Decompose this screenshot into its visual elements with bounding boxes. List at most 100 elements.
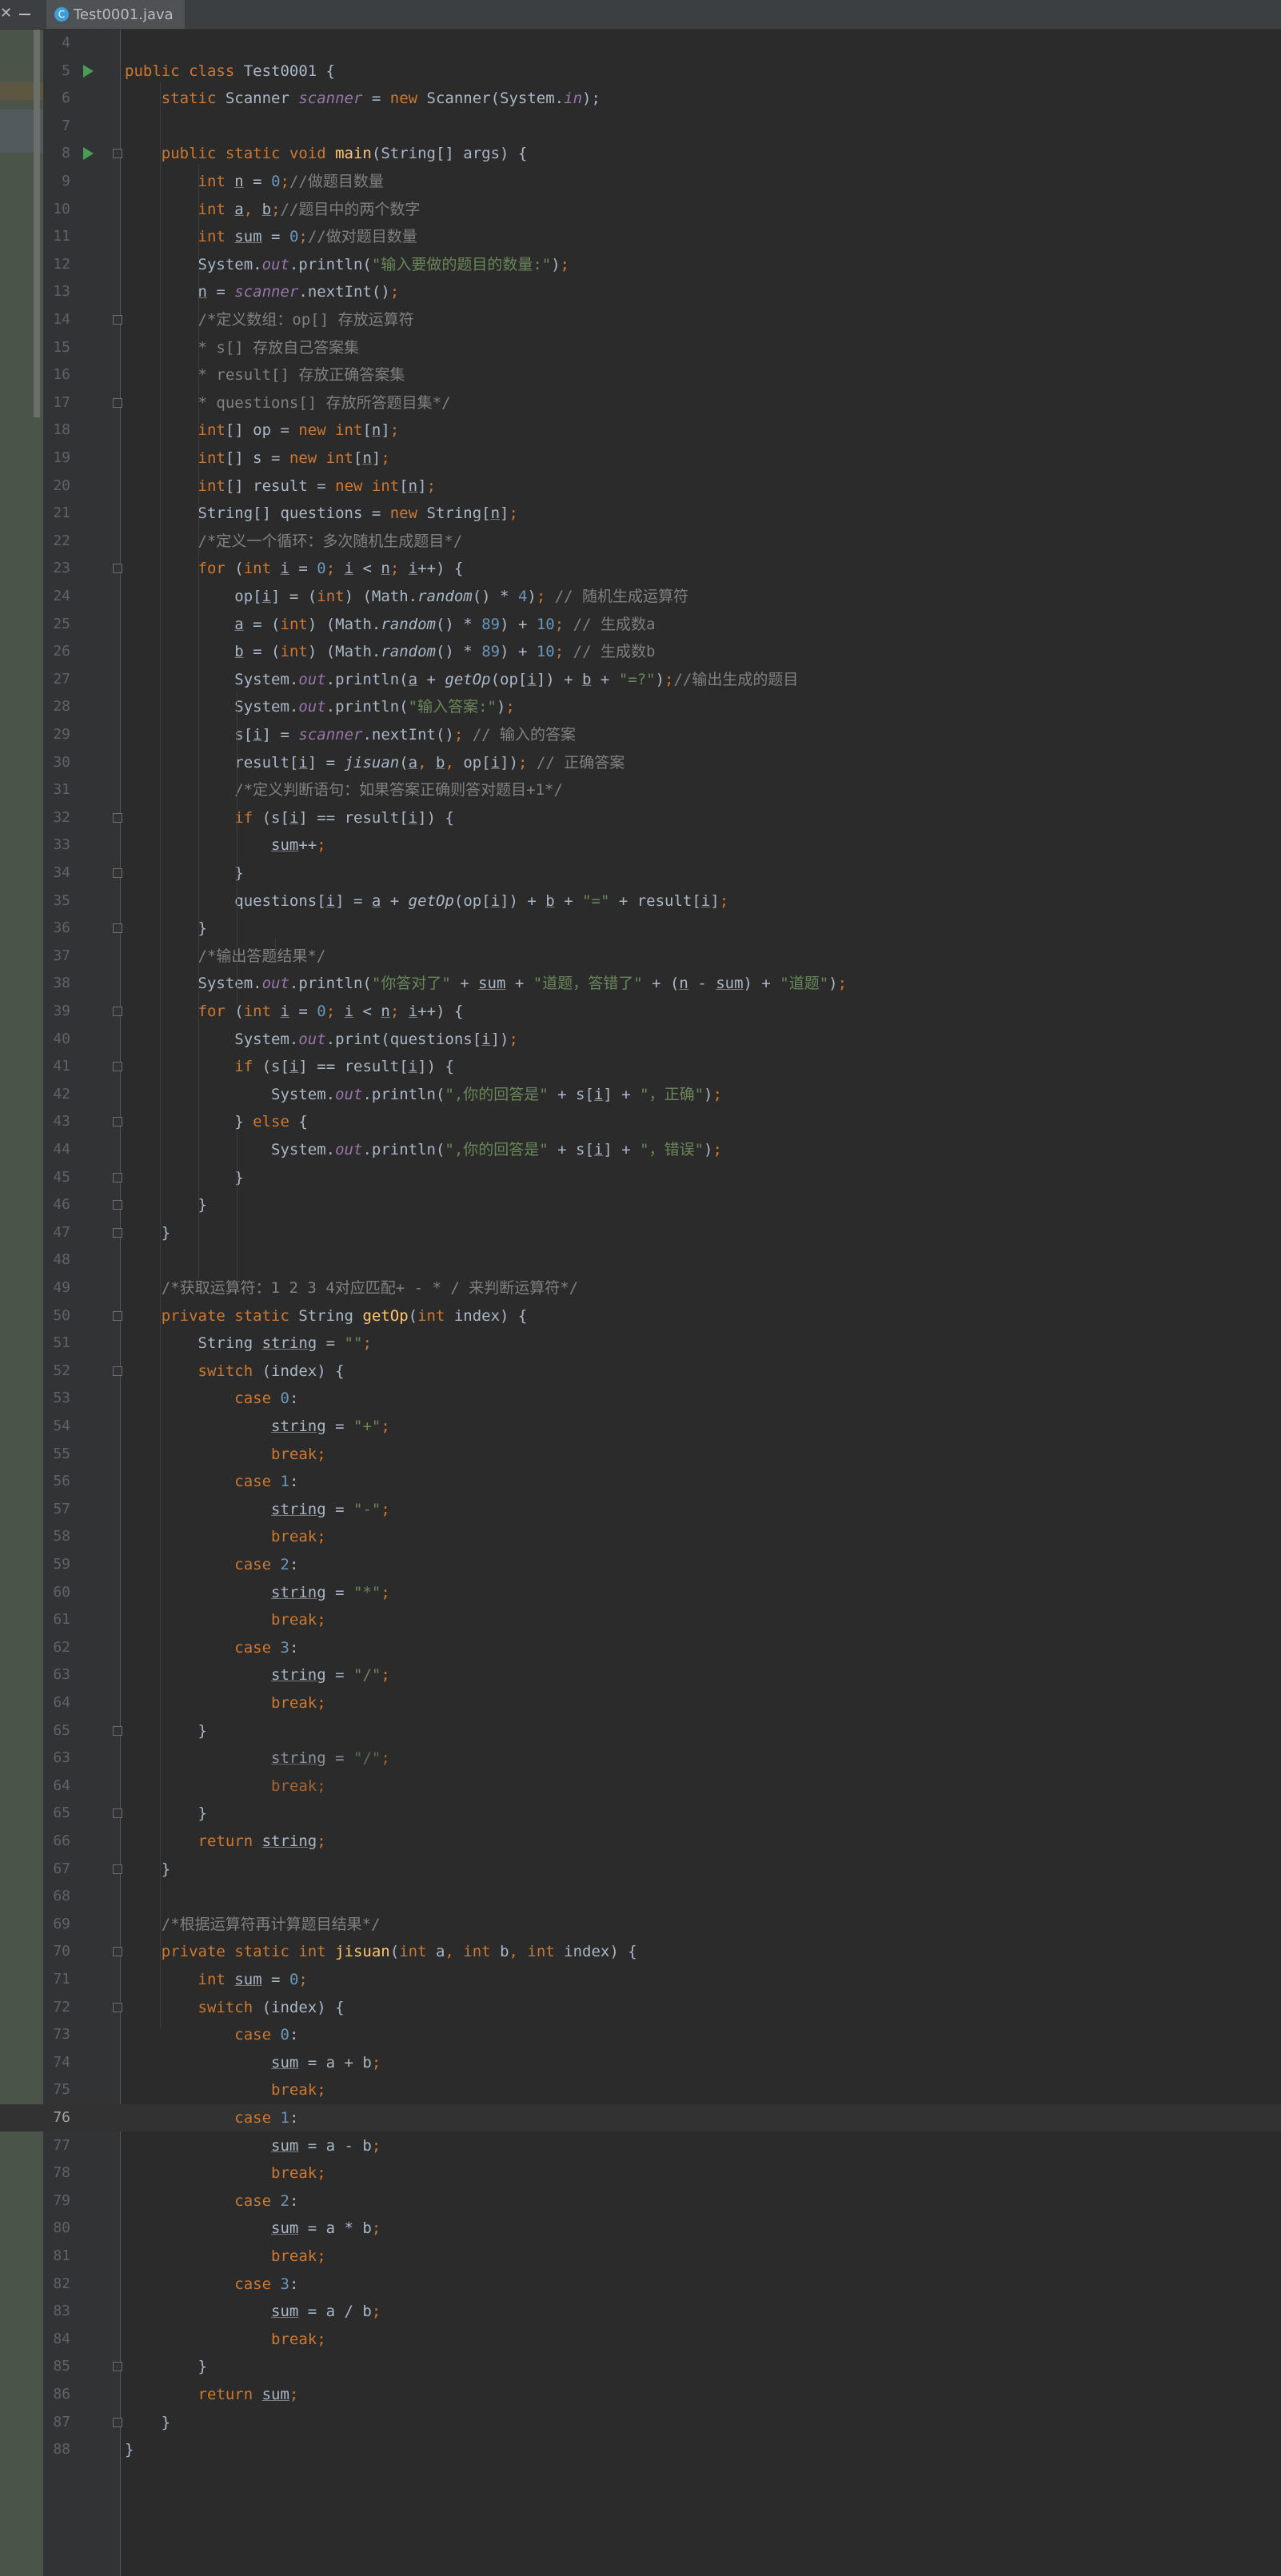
code-line[interactable]: 70 private static int jisuan(int a, int … <box>0 1938 1281 1965</box>
code-editor[interactable]: 4 5 public class Test0001 {6 static Scanne… <box>0 30 1281 2576</box>
code-line[interactable]: 68 <box>0 1883 1281 1910</box>
code-line[interactable]: 20 int[] result = new int[n]; <box>0 473 1281 500</box>
code-line[interactable]: 26 b = (int) (Math.random() * 89) + 10; … <box>0 638 1281 665</box>
close-tool-window-icon[interactable]: ✕ <box>0 5 12 22</box>
code-line[interactable]: 64 break; <box>0 1772 1281 1800</box>
code-line[interactable]: 69 /*根据运算符再计算题目结果*/ <box>0 1911 1281 1938</box>
code-line[interactable]: 30 result[i] = jisuan(a, b, op[i]); // 正… <box>0 749 1281 776</box>
code-line[interactable]: 83 sum = a / b; <box>0 2298 1281 2325</box>
code-line[interactable]: 53 case 0: <box>0 1385 1281 1412</box>
code-line[interactable]: 60 string = "*"; <box>0 1579 1281 1606</box>
code-line[interactable]: 86 return sum; <box>0 2381 1281 2408</box>
code-line[interactable]: 63 string = "/"; <box>0 1661 1281 1689</box>
code-line[interactable]: 10 int a, b;//题目中的两个数字 <box>0 196 1281 223</box>
fold-marker-icon[interactable] <box>113 1947 122 1957</box>
code-line[interactable]: 58 break; <box>0 1523 1281 1550</box>
code-line[interactable]: 39 for (int i = 0; i < n; i++) { <box>0 998 1281 1025</box>
code-line[interactable]: 32 if (s[i] == result[i]) { <box>0 804 1281 831</box>
code-line[interactable]: 8 public static void main(String[] args)… <box>0 140 1281 167</box>
fold-marker-icon[interactable] <box>113 1366 122 1376</box>
code-line[interactable]: 33 sum++; <box>0 831 1281 859</box>
code-line[interactable]: 52 switch (index) { <box>0 1358 1281 1385</box>
code-line[interactable]: 6 static Scanner scanner = new Scanner(S… <box>0 85 1281 112</box>
fold-marker-icon[interactable] <box>113 1062 122 1072</box>
code-line[interactable]: 82 case 3: <box>0 2271 1281 2298</box>
code-line[interactable]: 54 string = "+"; <box>0 1413 1281 1440</box>
code-line[interactable]: 74 sum = a + b; <box>0 2049 1281 2076</box>
code-line[interactable]: 44 System.out.println(",你的回答是" + s[i] + … <box>0 1136 1281 1163</box>
code-line[interactable]: 51 String string = ""; <box>0 1330 1281 1357</box>
fold-marker-icon[interactable] <box>113 2417 122 2427</box>
code-line[interactable]: 62 case 3: <box>0 1634 1281 1661</box>
code-line[interactable]: 31 /*定义判断语句：如果答案正确则答对题目+1*/ <box>0 776 1281 804</box>
run-icon[interactable] <box>83 64 94 78</box>
fold-marker-icon[interactable] <box>113 315 122 325</box>
code-line[interactable]: 37 /*输出答题结果*/ <box>0 943 1281 970</box>
code-line[interactable]: 50 private static String getOp(int index… <box>0 1302 1281 1330</box>
code-line[interactable]: 34 } <box>0 859 1281 887</box>
code-line[interactable]: 42 System.out.println(",你的回答是" + s[i] + … <box>0 1081 1281 1108</box>
code-line[interactable]: 57 string = "-"; <box>0 1496 1281 1523</box>
fold-marker-icon[interactable] <box>113 1310 122 1321</box>
fold-marker-icon[interactable] <box>113 923 122 934</box>
fold-marker-icon[interactable] <box>113 1172 122 1182</box>
code-line[interactable]: 79 case 2: <box>0 2187 1281 2215</box>
code-line[interactable]: 36 } <box>0 915 1281 942</box>
code-line[interactable]: 65 } <box>0 1717 1281 1745</box>
fold-marker-icon[interactable] <box>113 2362 122 2372</box>
code-line[interactable]: 5 public class Test0001 { <box>0 58 1281 85</box>
code-line[interactable]: 46 } <box>0 1191 1281 1218</box>
code-line[interactable]: 72 switch (index) { <box>0 1994 1281 2021</box>
fold-marker-icon[interactable] <box>113 868 122 878</box>
fold-marker-icon[interactable] <box>113 1227 122 1238</box>
code-line[interactable]: 25 a = (int) (Math.random() * 89) + 10; … <box>0 611 1281 638</box>
code-line[interactable]: 61 break; <box>0 1606 1281 1633</box>
code-line[interactable]: 40 System.out.print(questions[i]); <box>0 1026 1281 1053</box>
code-line[interactable]: 23 for (int i = 0; i < n; i++) { <box>0 555 1281 582</box>
code-line[interactable]: 9 int n = 0;//做题目数量 <box>0 168 1281 195</box>
code-line[interactable]: 67 } <box>0 1856 1281 1883</box>
code-line[interactable]: 78 break; <box>0 2159 1281 2187</box>
code-line[interactable]: 24 op[i] = (int) (Math.random() * 4); //… <box>0 583 1281 610</box>
code-line[interactable]: 43 } else { <box>0 1108 1281 1135</box>
code-line[interactable]: 87 } <box>0 2409 1281 2436</box>
code-line[interactable]: 18 int[] op = new int[n]; <box>0 417 1281 444</box>
code-line[interactable]: 73 case 0: <box>0 2021 1281 2048</box>
code-line[interactable]: 41 if (s[i] == result[i]) { <box>0 1053 1281 1080</box>
code-line[interactable]: 16 * result[] 存放正确答案集 <box>0 361 1281 389</box>
code-line[interactable]: 64 break; <box>0 1689 1281 1717</box>
code-line[interactable]: 13 n = scanner.nextInt(); <box>0 278 1281 305</box>
fold-marker-icon[interactable] <box>113 149 122 159</box>
tab-file[interactable]: C Test0001.java <box>46 0 185 29</box>
code-line[interactable]: 71 int sum = 0; <box>0 1966 1281 1993</box>
code-line[interactable]: 56 case 1: <box>0 1468 1281 1495</box>
code-line[interactable]: 11 int sum = 0;//做对题目数量 <box>0 223 1281 250</box>
code-line[interactable]: 76 case 1: <box>0 2104 1281 2131</box>
fold-marker-icon[interactable] <box>113 397 122 408</box>
code-line[interactable]: 55 break; <box>0 1441 1281 1468</box>
code-line[interactable]: 35 questions[i] = a + getOp(op[i]) + b +… <box>0 887 1281 915</box>
run-icon[interactable] <box>83 147 94 161</box>
fold-marker-icon[interactable] <box>113 812 122 823</box>
fold-marker-icon[interactable] <box>113 1117 122 1127</box>
code-line[interactable]: 19 int[] s = new int[n]; <box>0 445 1281 472</box>
code-line[interactable]: 38 System.out.println("你答对了" + sum + "道题… <box>0 970 1281 997</box>
code-line[interactable]: 15 * s[] 存放自己答案集 <box>0 334 1281 361</box>
code-line[interactable]: 21 String[] questions = new String[n]; <box>0 500 1281 527</box>
fold-marker-icon[interactable] <box>113 2002 122 2012</box>
code-line[interactable]: 17 * questions[] 存放所答题目集*/ <box>0 389 1281 417</box>
code-line[interactable]: 4 <box>0 30 1281 57</box>
code-line[interactable]: 27 System.out.println(a + getOp(op[i]) +… <box>0 666 1281 693</box>
fold-marker-icon[interactable] <box>113 1007 122 1016</box>
code-line[interactable]: 63 string = "/"; <box>0 1745 1281 1772</box>
code-line[interactable]: 77 sum = a - b; <box>0 2132 1281 2159</box>
code-line[interactable]: 22 /*定义一个循环：多次随机生成题目*/ <box>0 528 1281 555</box>
code-line[interactable]: 81 break; <box>0 2243 1281 2270</box>
code-line[interactable]: 29 s[i] = scanner.nextInt(); // 输入的答案 <box>0 721 1281 748</box>
minimize-icon[interactable] <box>19 14 30 15</box>
code-line[interactable]: 85 } <box>0 2353 1281 2380</box>
code-line[interactable]: 47 } <box>0 1219 1281 1246</box>
code-line[interactable]: 84 break; <box>0 2326 1281 2353</box>
fold-marker-icon[interactable] <box>113 1725 122 1736</box>
fold-marker-icon[interactable] <box>113 564 122 574</box>
